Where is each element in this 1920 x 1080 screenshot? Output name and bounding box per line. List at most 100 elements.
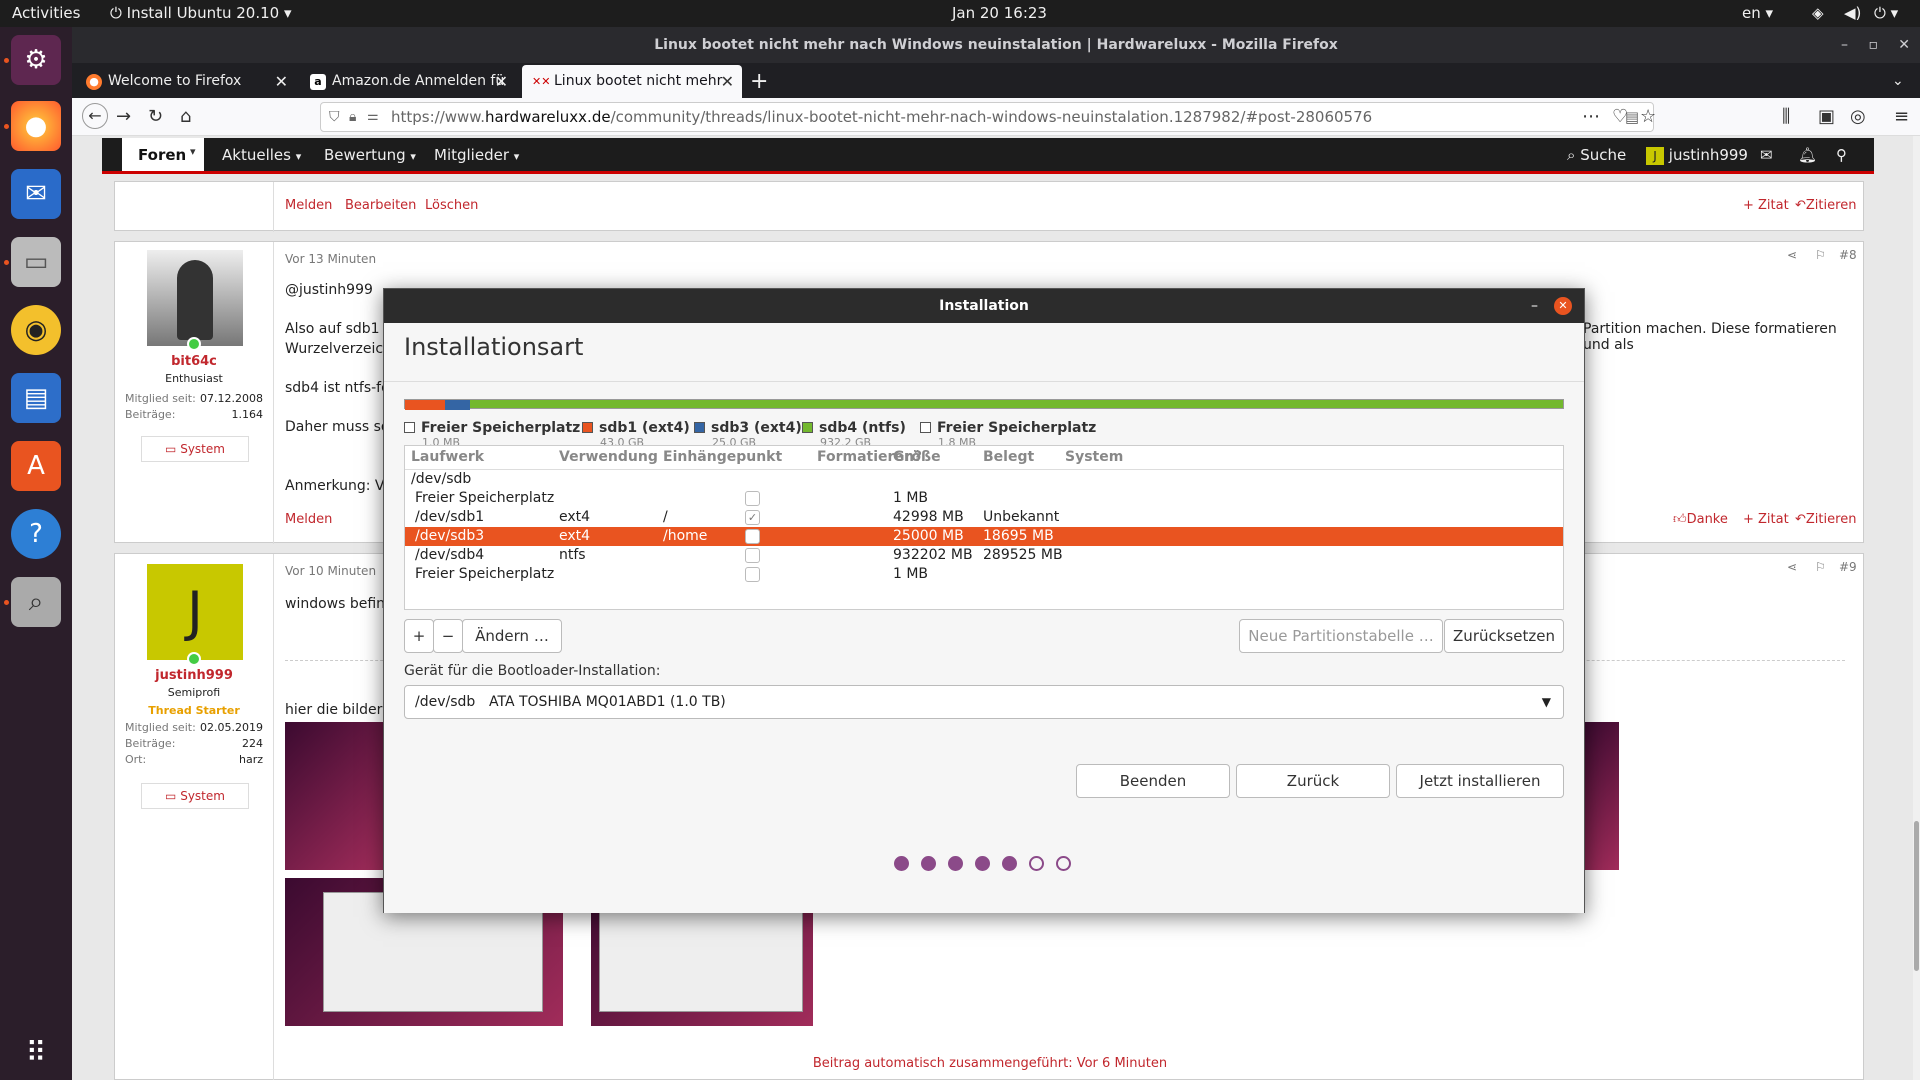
maximize-button[interactable]: ▫ (1869, 27, 1879, 63)
report-link[interactable]: Melden (285, 198, 332, 213)
clock[interactable]: Jan 20 16:23 (952, 4, 1047, 22)
screenshot-thumbnail[interactable] (1583, 722, 1619, 870)
help-icon[interactable]: ? (11, 509, 61, 559)
new-tab-button[interactable]: + (750, 65, 768, 98)
system-button[interactable]: ▭ System (141, 783, 249, 809)
lock-icon[interactable]: 🔒︎ (349, 103, 356, 131)
thanks-link[interactable]: 👍︎Danke (1673, 512, 1728, 527)
thunderbird-icon[interactable]: ✉ (11, 169, 61, 219)
bookmark-icon[interactable]: ⚐ (1815, 560, 1826, 574)
close-dialog-button[interactable]: ✕ (1554, 297, 1572, 315)
bookmark-icon[interactable]: ⚐ (1815, 248, 1826, 262)
software-icon[interactable]: A (11, 441, 61, 491)
screenshot-thumbnail[interactable] (285, 722, 385, 870)
minimize-button[interactable]: – (1531, 289, 1538, 323)
lightbulb-icon[interactable]: ⚲ (1836, 146, 1847, 164)
system-button[interactable]: ▭ System (141, 436, 249, 462)
rhythmbox-icon[interactable]: ◉ (11, 305, 61, 355)
format-checkbox[interactable] (745, 567, 760, 582)
inbox-icon[interactable]: ✉ (1760, 146, 1773, 164)
close-tab-icon[interactable]: ✕ (495, 65, 508, 98)
tab-list-chevron-down-icon[interactable]: ⌄ (1892, 65, 1904, 98)
bookmark-star-icon[interactable]: ☆ (1640, 106, 1656, 127)
new-partition-table-button[interactable]: Neue Partitionstabelle … (1239, 619, 1443, 653)
page-actions-icon[interactable]: ⋯ (1582, 106, 1600, 127)
share-icon[interactable]: ⋖ (1787, 560, 1797, 574)
account-icon[interactable]: ◎ (1850, 106, 1866, 127)
change-partition-button[interactable]: Ändern … (462, 619, 562, 653)
volume-icon[interactable]: ◀) (1844, 4, 1861, 22)
close-tab-icon[interactable]: ✕ (275, 65, 288, 98)
close-window-button[interactable]: ✕ (1898, 27, 1910, 63)
pocket-icon[interactable]: ♡ (1612, 106, 1628, 127)
back-button[interactable]: ← (82, 103, 108, 129)
delete-link[interactable]: Löschen (425, 198, 478, 213)
table-row[interactable]: Freier Speicherplatz 1 MB (405, 565, 1563, 584)
username[interactable]: bit64c (115, 354, 273, 369)
nav-aktuelles[interactable]: Aktuelles ▾ (222, 146, 301, 164)
post-number[interactable]: #8 (1839, 248, 1857, 262)
add-quote-link[interactable]: + Zitat (1743, 198, 1789, 213)
nav-mitglieder[interactable]: Mitglieder ▾ (434, 146, 519, 164)
username[interactable]: justinh999 (115, 668, 273, 683)
sidebar-icon[interactable]: ▣ (1818, 106, 1835, 127)
format-checkbox[interactable] (745, 529, 760, 544)
tab-welcome-firefox[interactable]: ● Welcome to Firefox ✕ (76, 65, 296, 98)
column-header[interactable]: Verwendung (559, 449, 658, 465)
search-button[interactable]: ⌕ Suche (1567, 146, 1626, 164)
power-icon[interactable]: ⏻ ▾ (1874, 4, 1898, 22)
column-header[interactable]: Einhängepunkt (663, 449, 782, 465)
quit-button[interactable]: Beenden (1076, 764, 1230, 798)
column-header[interactable]: Größe (893, 449, 941, 465)
shield-icon[interactable]: ⛉ (329, 103, 340, 131)
post-time[interactable]: Vor 10 Minuten (285, 564, 376, 578)
nav-foren-tab[interactable]: Foren ▾ (122, 138, 204, 171)
forward-button[interactable]: → (116, 106, 131, 127)
post-number[interactable]: #9 (1839, 560, 1857, 574)
bootloader-device-select[interactable]: /dev/sdb ATA TOSHIBA MQ01ABD1 (1.0 TB) ▼ (404, 685, 1564, 719)
screenshot-search-icon[interactable]: ⌕ (11, 577, 61, 627)
report-link[interactable]: Melden (285, 512, 332, 527)
home-button[interactable]: ⌂ (180, 106, 191, 127)
remove-partition-button[interactable]: − (433, 619, 463, 653)
column-header[interactable]: Belegt (983, 449, 1034, 465)
page-scrollbar[interactable] (1913, 136, 1920, 1080)
table-row[interactable]: /dev/sdb3 ext4/home 25000 MB 18695 MB (405, 527, 1563, 546)
install-now-button[interactable]: Jetzt installieren (1396, 764, 1564, 798)
back-button[interactable]: Zurück (1236, 764, 1390, 798)
add-quote-link[interactable]: + Zitat (1743, 512, 1789, 527)
permissions-icon[interactable]: ⚌ (367, 103, 379, 131)
firefox-icon[interactable]: ● (11, 101, 61, 151)
share-icon[interactable]: ⋖ (1787, 248, 1797, 262)
quote-link[interactable]: ↶Zitieren (1795, 512, 1856, 527)
scrollbar-thumb[interactable] (1914, 821, 1919, 971)
format-checkbox[interactable]: ✓ (745, 510, 760, 525)
nav-bewertung[interactable]: Bewertung ▾ (324, 146, 416, 164)
mention-link[interactable]: @justinh999 (285, 282, 373, 298)
table-row[interactable]: /dev/sdb1 ext4 / 42998 MB Unbekannt ✓ (405, 508, 1563, 527)
reset-button[interactable]: Zurücksetzen (1444, 619, 1564, 653)
table-row[interactable]: /dev/sdb (405, 470, 1563, 489)
column-header[interactable]: System (1065, 449, 1123, 465)
installer-icon[interactable]: ⚙ (11, 35, 61, 85)
language-indicator[interactable]: en ▾ (1742, 4, 1773, 22)
format-checkbox[interactable] (745, 491, 760, 506)
minimize-button[interactable]: – (1841, 27, 1848, 63)
network-icon[interactable]: ◈ (1812, 4, 1824, 22)
tab-hardwareluxx[interactable]: ✕✕ Linux bootet nicht mehr ✕ (522, 65, 742, 98)
library-icon[interactable]: ⫼ (1782, 106, 1790, 127)
url-bar[interactable]: ⛉ 🔒︎ ⚌ https://www.hardwareluxx.de/commu… (320, 102, 1654, 132)
column-header[interactable]: Laufwerk (411, 449, 484, 465)
tab-amazon[interactable]: a Amazon.de Anmelden fü ✕ (300, 65, 516, 98)
format-checkbox[interactable] (745, 548, 760, 563)
menu-icon[interactable]: ≡ (1894, 106, 1909, 127)
bell-icon[interactable]: 🔔︎ (1798, 146, 1817, 164)
edit-link[interactable]: Bearbeiten (345, 198, 416, 213)
show-apps-icon[interactable]: ⠿ (11, 1027, 61, 1077)
table-row[interactable]: Freier Speicherplatz 1 MB (405, 489, 1563, 508)
add-partition-button[interactable]: + (404, 619, 434, 653)
post-time[interactable]: Vor 13 Minuten (285, 252, 376, 266)
activities-button[interactable]: Activities (12, 4, 80, 22)
quote-link[interactable]: ↶Zitieren (1795, 198, 1856, 213)
files-icon[interactable]: ▭ (11, 237, 61, 287)
